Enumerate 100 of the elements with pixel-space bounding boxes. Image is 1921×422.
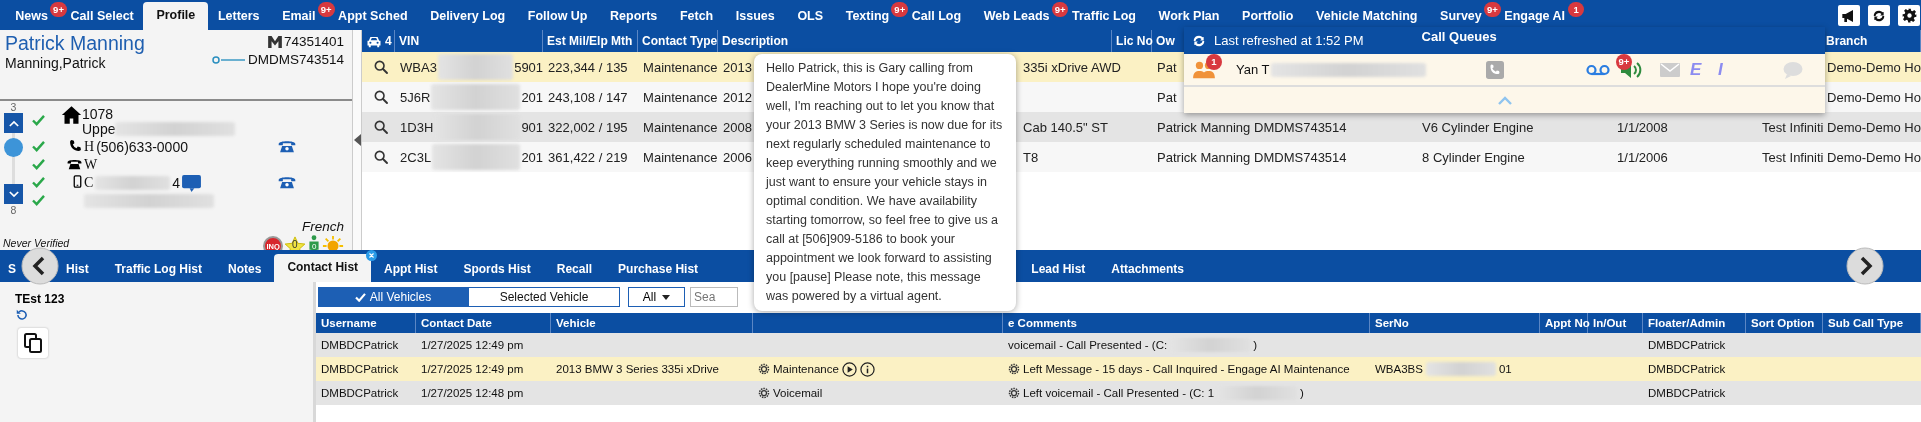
nav-tab[interactable]: Traffic Log [1072, 3, 1136, 30]
play-icon[interactable] [841, 361, 857, 377]
nav-tab[interactable]: Call Log [911, 3, 962, 30]
nav-tab[interactable]: Web Leads [983, 3, 1050, 30]
scroll-up-button[interactable] [4, 113, 23, 133]
nav-tab[interactable]: Email [282, 3, 316, 30]
search-icon[interactable] [373, 89, 390, 105]
table-cell: 2008 [723, 119, 752, 135]
address-text: 1078 [82, 106, 114, 122]
table-cell: Maintenance [643, 149, 718, 165]
table-cell: 1/1/2008 [1617, 119, 1668, 135]
nav-tab[interactable]: Engage AI [1504, 3, 1566, 30]
collapse-handle[interactable] [352, 30, 363, 250]
star-count: 0 [292, 238, 298, 250]
voicemail-icon[interactable] [1586, 63, 1610, 76]
tab[interactable]: Appt Hist [371, 256, 451, 282]
gear-icon [758, 387, 770, 399]
info-icon[interactable] [859, 361, 875, 377]
note-text: TEst 123 [15, 292, 65, 306]
nav-tab[interactable]: Letters [217, 3, 260, 30]
nav-tab[interactable]: OLS [797, 3, 824, 30]
refresh-icon [1872, 8, 1886, 23]
table-cell: 2013 [723, 59, 752, 75]
filter-button[interactable]: All Vehicles [318, 287, 468, 307]
tab[interactable]: Attachments [1098, 256, 1197, 282]
vehicle-count: 4 [385, 33, 392, 50]
search-icon[interactable] [373, 149, 390, 165]
nav-tab[interactable]: News [15, 3, 48, 30]
nav-tab[interactable]: Survey [1440, 3, 1482, 30]
column-header[interactable]: Ow [1156, 34, 1175, 48]
sms-icon[interactable] [182, 174, 202, 192]
nav-tab[interactable]: Follow Up [527, 3, 588, 30]
phone-icon[interactable] [278, 138, 297, 153]
scroll-handle[interactable] [4, 138, 23, 157]
tab[interactable]: Notes [215, 256, 275, 282]
table-cell: V6 Cylinder Engine [1422, 119, 1534, 135]
nav-tab[interactable]: Delivery Log [430, 3, 506, 30]
column-header[interactable]: Lic No [1116, 34, 1153, 48]
undo-icon[interactable] [15, 308, 29, 322]
column-header[interactable]: Description [722, 34, 789, 48]
nav-tab[interactable]: Issues [735, 3, 775, 30]
phone-type: H [84, 139, 95, 155]
table-cell: 335i xDrive AWD [1023, 59, 1121, 75]
copy-icon [24, 333, 42, 353]
search-field[interactable]: Sea [690, 287, 738, 307]
tab[interactable]: Lead Hist [1018, 256, 1099, 282]
column-header[interactable]: VIN [399, 34, 420, 48]
megaphone-button[interactable] [1838, 5, 1860, 26]
copy-button[interactable] [18, 328, 48, 358]
tab[interactable]: Spords Hist [450, 256, 544, 282]
table-cell: DMBDCPatrick [321, 387, 399, 399]
nav-tab[interactable]: Appt Sched [338, 3, 408, 30]
tab[interactable]: Recall [543, 256, 606, 282]
table-cell: Left voicemail - Call Presented - (C: 1 [1023, 387, 1215, 399]
column-header[interactable]: Est Mil/Elp Mth [547, 34, 633, 48]
table-row[interactable]: DMBDCPatrick 1/27/2025 12:49 pm voicemail - Call Presented - (C: ) DMBDCPatrick [316, 333, 1921, 357]
table-cell: 361,422 / 219 [548, 149, 628, 165]
logo-icon [212, 55, 247, 64]
nav-tab[interactable]: Fetch [679, 3, 714, 30]
next-button[interactable] [1846, 247, 1884, 285]
tab[interactable]: Purchase Hist [605, 256, 712, 282]
table-cell: 2012 [723, 89, 752, 105]
table-cell: 8 Cylinder Engine [1422, 149, 1525, 165]
close-icon[interactable] [366, 250, 378, 261]
search-icon[interactable] [373, 59, 390, 75]
refresh-icon[interactable] [1192, 33, 1206, 48]
nav-tab[interactable]: Work Plan [1158, 3, 1220, 30]
nav-tab[interactable]: Vehicle Matching [1316, 3, 1418, 30]
filter-button[interactable]: Selected Vehicle [468, 287, 620, 307]
phone-type: C [84, 175, 94, 191]
nav-tab[interactable]: Call Select [70, 3, 134, 30]
nav-tab[interactable]: Portfolio [1242, 3, 1294, 30]
search-icon[interactable] [373, 119, 390, 135]
column-header[interactable]: Branch [1826, 34, 1868, 48]
tab[interactable]: S Hist [0, 256, 102, 282]
scroll-down-button[interactable] [4, 184, 23, 204]
count-badge: 9+ [1051, 2, 1069, 17]
panel-title: Call Queues [1421, 29, 1497, 44]
table-row[interactable]: DMBDCPatrick 1/27/2025 12:49 pm 2013 BMW 3 Series 335i xDrive Maintenance Left Message - 15 days - Call Inquired - Engage AI Maintenance WBA3BS 01 DMBDCPatrick [316, 357, 1921, 381]
table-row[interactable]: DMBDCPatrick 1/27/2025 12:48 pm Voicemail Left voicemail - Call Presented - (C: 1 ) DMBDCPatrick [316, 381, 1921, 405]
table-cell: 1/27/2025 12:49 pm [421, 339, 524, 351]
refresh-button[interactable] [1868, 5, 1890, 26]
settings-icon [1901, 8, 1917, 23]
table-cell: Maintenance [643, 59, 718, 75]
tab[interactable]: Contact Hist [274, 254, 372, 282]
phone-icon[interactable] [278, 174, 297, 189]
dropdown[interactable]: All [628, 287, 685, 307]
table-cell: 2C3L [400, 149, 432, 165]
nav-tab[interactable]: Reports [610, 3, 658, 30]
phone-type: W [84, 157, 98, 173]
column-header[interactable]: Contact Type [642, 34, 718, 48]
nav-tab[interactable]: Texting [845, 3, 890, 30]
range-start: 3 [10, 101, 17, 113]
nav-tab[interactable]: Profile [143, 2, 209, 30]
table-cell: 2013 BMW 3 Series 335i xDrive [556, 363, 719, 375]
tab[interactable]: Traffic Log Hist [101, 256, 216, 282]
table-cell: Patrick Manning [1157, 149, 1251, 165]
previous-button[interactable] [21, 247, 59, 285]
settings-button[interactable] [1898, 5, 1920, 26]
table-cell: DMBDCPatrick [321, 339, 399, 351]
